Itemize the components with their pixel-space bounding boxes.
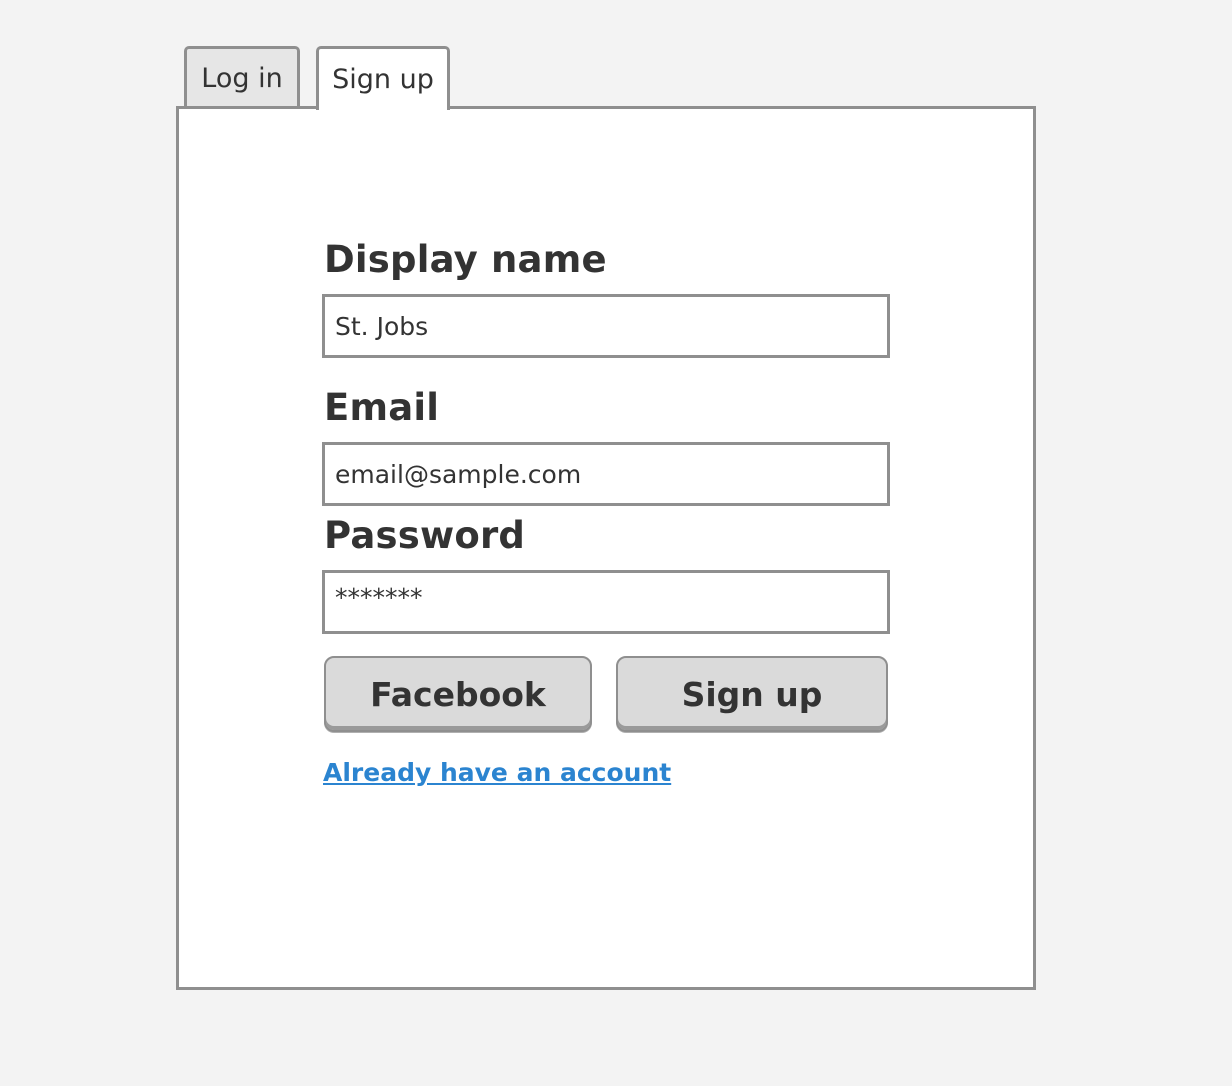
facebook-button[interactable]: Facebook (324, 656, 592, 732)
password-field[interactable]: ******* (322, 570, 890, 634)
email-field[interactable]: email@sample.com (322, 442, 890, 506)
password-label: Password (324, 514, 526, 557)
email-value: email@sample.com (335, 459, 582, 489)
tab-log-in-label: Log in (201, 63, 283, 94)
tab-sign-up[interactable]: Sign up (316, 46, 450, 110)
tab-sign-up-label: Sign up (332, 64, 434, 95)
display-name-value: St. Jobs (335, 311, 429, 341)
password-value: ******* (335, 583, 423, 612)
facebook-button-label: Facebook (370, 674, 546, 714)
sign-up-button[interactable]: Sign up (616, 656, 888, 732)
display-name-label: Display name (324, 238, 607, 281)
sign-up-button-label: Sign up (681, 674, 823, 714)
display-name-field[interactable]: St. Jobs (322, 294, 890, 358)
already-have-account-link[interactable]: Already have an account (323, 758, 671, 787)
tab-log-in[interactable]: Log in (184, 46, 300, 108)
email-label: Email (324, 386, 440, 429)
